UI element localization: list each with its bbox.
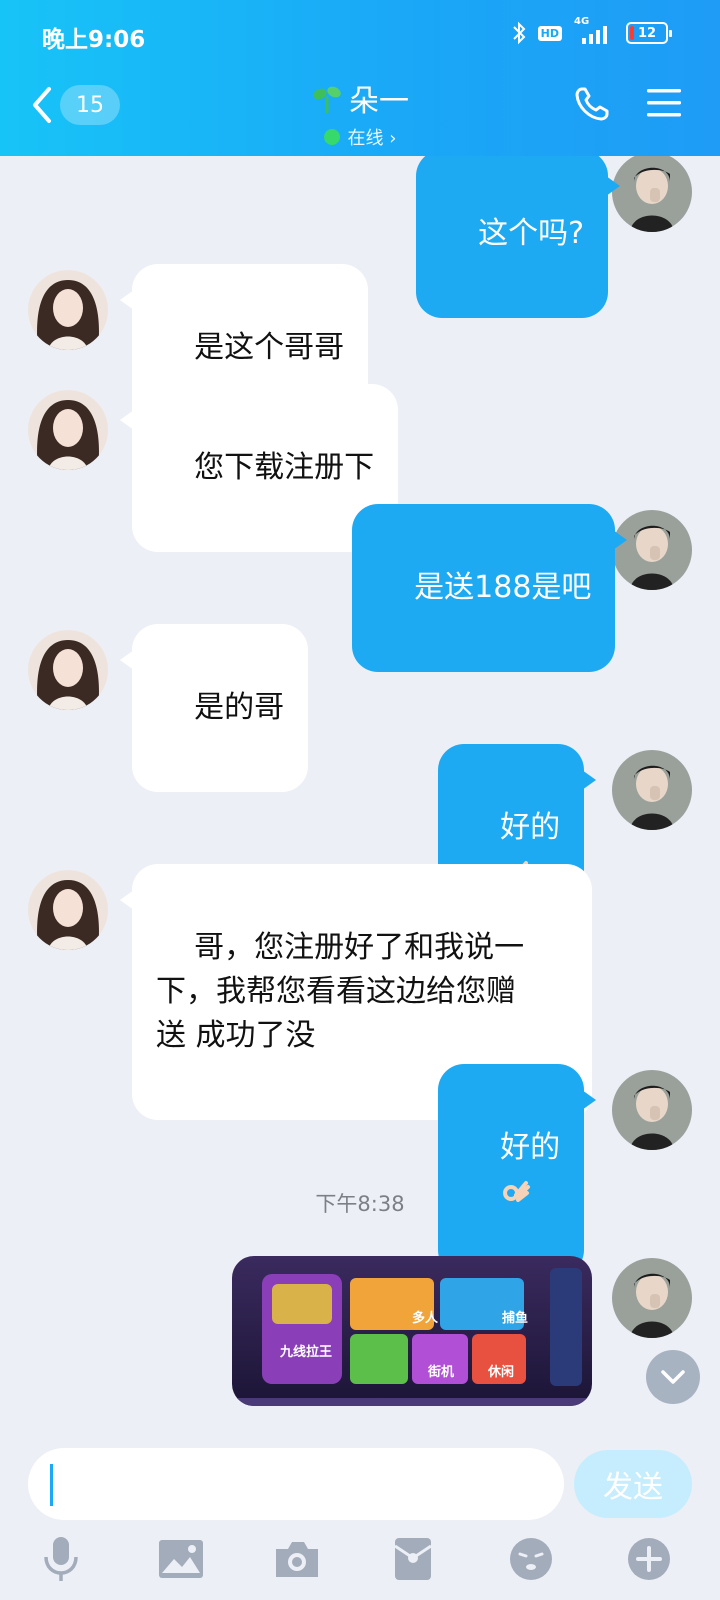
signal-icon: 4G xyxy=(572,16,616,46)
message-list[interactable]: 这个吗? 是这个哥哥 您下载注册下 是送188是吧 是的哥 好的 哥，您注册好了… xyxy=(0,156,720,1436)
message-input[interactable] xyxy=(28,1448,564,1520)
message-timestamp: 下午8:38 xyxy=(315,1192,405,1216)
presence-status[interactable]: 在线 › xyxy=(323,124,396,150)
camera-icon xyxy=(276,1542,318,1577)
voice-button[interactable] xyxy=(36,1534,86,1584)
red-packet-button[interactable] xyxy=(388,1534,438,1584)
bluetooth-icon xyxy=(512,21,526,45)
message-bubble[interactable]: 好的 xyxy=(438,1064,597,1276)
menu-icon[interactable] xyxy=(646,86,682,120)
online-dot-icon xyxy=(323,129,340,145)
status-icons: HD 4G 12 xyxy=(510,16,672,46)
microphone-icon xyxy=(44,1537,78,1581)
contact-avatar[interactable] xyxy=(28,270,108,350)
image-icon xyxy=(159,1540,203,1578)
plus-icon xyxy=(628,1538,670,1580)
chat-title[interactable]: 朵一 在线 › xyxy=(0,76,720,150)
my-avatar[interactable] xyxy=(612,750,692,830)
my-avatar[interactable] xyxy=(612,1258,692,1338)
photo-album-button[interactable] xyxy=(156,1534,206,1584)
text-caret xyxy=(50,1464,53,1506)
emoji-button[interactable] xyxy=(506,1534,556,1584)
red-packet-icon xyxy=(394,1538,432,1580)
tile-fishing: 捕鱼 xyxy=(502,1310,528,1326)
scroll-to-bottom-button[interactable] xyxy=(646,1350,700,1404)
contact-name: 朵一 xyxy=(349,84,409,119)
contact-avatar[interactable] xyxy=(28,390,108,470)
camera-button[interactable] xyxy=(272,1534,322,1584)
sprout-icon xyxy=(313,86,341,114)
battery-icon: 12 xyxy=(626,22,672,44)
my-avatar[interactable] xyxy=(612,156,692,232)
tile-multiplayer: 多人 xyxy=(412,1310,439,1326)
hd-badge: HD xyxy=(537,25,562,41)
emoji-icon xyxy=(510,1538,552,1580)
my-avatar[interactable] xyxy=(612,510,692,590)
status-time: 晚上9:06 xyxy=(42,27,146,53)
contact-avatar[interactable] xyxy=(28,630,108,710)
composer-bar: 发送 xyxy=(0,1436,720,1600)
tile-casual: 休闲 xyxy=(487,1364,514,1380)
tile-arcade: 街机 xyxy=(427,1364,454,1380)
tile-slots: 九线拉王 xyxy=(279,1344,332,1360)
image-message[interactable]: 多人 捕鱼 街机 休闲 九线拉王 xyxy=(232,1256,592,1406)
battery-level: 12 xyxy=(637,25,657,41)
message-bubble[interactable]: 这个吗? xyxy=(416,156,621,318)
chevron-down-icon xyxy=(661,1370,685,1384)
message-bubble[interactable]: 是送188是吧 xyxy=(352,504,628,672)
message-bubble[interactable]: 是的哥 xyxy=(119,624,309,792)
game-screenshot-image: 多人 捕鱼 街机 休闲 九线拉王 xyxy=(232,1256,592,1406)
chat-header: 晚上9:06 HD 4G 12 15 朵一 在线 › xyxy=(0,0,720,156)
send-button[interactable]: 发送 xyxy=(574,1450,692,1518)
contact-avatar[interactable] xyxy=(28,870,108,950)
phone-call-icon[interactable] xyxy=(574,86,610,122)
more-button[interactable] xyxy=(624,1534,674,1584)
composer-toolbar xyxy=(0,1534,720,1590)
my-avatar[interactable] xyxy=(612,1070,692,1150)
